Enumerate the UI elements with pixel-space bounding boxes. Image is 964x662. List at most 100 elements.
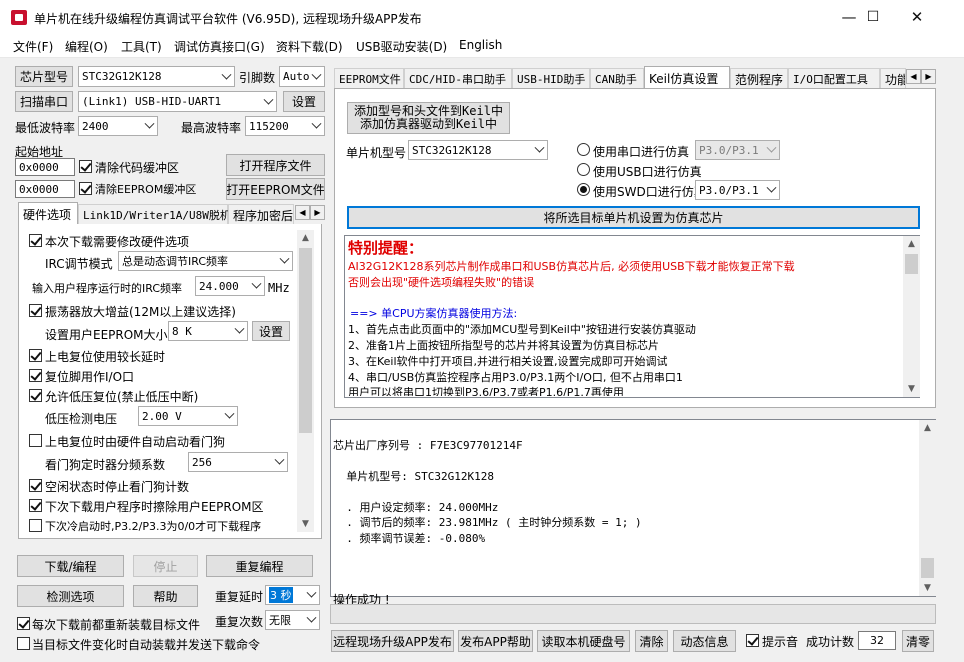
scroll-thumb[interactable] [921,558,934,578]
scroll-up-icon[interactable]: ▲ [903,236,920,252]
irc-freq-select[interactable]: 24.000 [195,276,265,296]
lvr-checkbox[interactable] [29,389,42,402]
swd-port-select[interactable]: P3.0/P3.1 [695,180,780,200]
max-baud-select[interactable]: 115200 [245,116,325,136]
wdt-auto-checkbox[interactable] [29,434,42,447]
scroll-up-icon[interactable]: ▲ [297,230,314,246]
wdt-div-select[interactable]: 256 [188,452,288,472]
wdt-div-value: 256 [192,455,212,469]
osc-gain-checkbox[interactable] [29,304,42,317]
code-address-input[interactable]: 0x0000 [15,158,75,176]
scroll-down-icon[interactable]: ▼ [919,580,936,596]
download-button[interactable]: 下载/编程 [17,555,124,577]
tab-can[interactable]: CAN助手 [590,68,644,89]
radio-uart-sim[interactable] [577,143,590,156]
open-program-button[interactable]: 打开程序文件 [226,154,325,176]
long-delay-checkbox[interactable] [29,349,42,362]
tab-offline[interactable]: Link1D/Writer1A/U8W脱机 [78,204,231,225]
tab-hardware-options[interactable]: 硬件选项 [18,202,78,225]
auto-send-checkbox[interactable] [17,637,30,650]
port-settings-button[interactable]: 设置 [283,91,325,112]
tab-examples[interactable]: 范例程序 [730,68,788,89]
open-eeprom-button[interactable]: 打开EEPROM文件 [226,178,325,200]
reload-each-checkbox[interactable] [17,617,30,630]
tab-right-arrow-icon[interactable]: ▶ [921,69,936,84]
menu-usb-driver[interactable]: USB驱动安装(D) [356,38,447,55]
tab-cdc-hid[interactable]: CDC/HID-串口助手 [404,68,512,89]
repeat-count-select[interactable]: 无限 [265,610,320,630]
menu-download[interactable]: 资料下载(D) [276,38,343,55]
clear-code-checkbox[interactable] [79,160,92,173]
maximize-button[interactable]: ☐ [850,0,896,34]
eeprom-size-label: 设置用户EEPROM大小 [45,328,168,342]
beep-checkbox[interactable] [746,634,759,647]
uart-port-select[interactable]: P3.0/P3.1 [695,140,780,160]
next-cold-checkbox[interactable] [29,519,42,532]
add-keil-button[interactable]: 添加型号和头文件到Keil中 添加仿真器驱动到Keil中 [347,102,510,134]
reprogram-button[interactable]: 重复编程 [206,555,313,577]
tab-eeprom-file[interactable]: EEPROM文件 [334,68,404,89]
chip-model-value: STC32G12K128 [82,70,162,83]
irc-mode-select[interactable]: 总是动态调节IRC频率 [118,251,293,271]
tab-keil-sim[interactable]: Keil仿真设置 [644,66,730,89]
radio-swd-sim[interactable] [577,183,590,196]
idle-wdt-checkbox[interactable] [29,479,42,492]
menu-english[interactable]: English [459,38,502,52]
remote-upgrade-button[interactable]: 远程现场升级APP发布 [331,630,454,652]
reset-count-button[interactable]: 清零 [902,630,934,652]
reset-io-checkbox[interactable] [29,369,42,382]
hardware-options-scrollbar[interactable]: ▲ ▼ [297,230,314,532]
sim-chip-select[interactable]: STC32G12K128 [408,140,548,160]
tab-left-arrow-icon[interactable]: ◀ [295,205,310,220]
scroll-thumb[interactable] [299,248,312,433]
help-button[interactable]: 帮助 [133,585,198,607]
irc-mode-value: 总是动态调节IRC频率 [122,255,229,268]
port-select[interactable]: (Link1) USB-HID-UART1 [78,91,277,112]
notice-scrollbar[interactable]: ▲ ▼ [903,236,920,397]
publish-help-button[interactable]: 发布APP帮助 [458,630,533,652]
eeprom-size-select[interactable]: 8 K [168,321,248,341]
set-target-button[interactable]: 将所选目标单片机设置为仿真芯片 [347,206,920,229]
scroll-down-icon[interactable]: ▼ [297,516,314,532]
scroll-up-icon[interactable]: ▲ [919,420,936,436]
chevron-down-icon [766,142,777,153]
menu-file[interactable]: 文件(F) [13,38,53,55]
pin-count-label: 引脚数 [239,71,276,85]
min-baud-select[interactable]: 2400 [78,116,158,136]
low-voltage-value: 2.00 V [142,409,182,423]
eeprom-size-set-button[interactable]: 设置 [252,321,290,341]
chevron-down-icon [144,118,155,129]
radio-usb-sim[interactable] [577,163,590,176]
erase-eeprom-checkbox[interactable] [29,499,42,512]
menu-program[interactable]: 编程(O) [65,38,108,55]
read-disk-button[interactable]: 读取本机硬盘号 [537,630,630,652]
clear-log-button[interactable]: 清除 [635,630,668,652]
idle-wdt-label: 空闲状态时停止看门狗计数 [45,480,190,494]
eeprom-address-input[interactable]: 0x0000 [15,180,75,198]
menu-tools[interactable]: 工具(T) [121,38,162,55]
menu-debug[interactable]: 调试仿真接口(G) [174,38,265,55]
scan-port-button[interactable]: 扫描串口 [15,91,73,112]
tab-encryption[interactable]: 程序加密后 [228,204,294,225]
low-voltage-select[interactable]: 2.00 V [138,406,238,426]
scroll-down-icon[interactable]: ▼ [903,381,920,397]
tab-usb-hid[interactable]: USB-HID助手 [512,68,590,89]
pin-count-select[interactable]: Auto [279,66,325,87]
stop-button[interactable]: 停止 [133,555,198,577]
repeat-delay-select[interactable]: 3 秒 [265,585,320,605]
tab-io-config[interactable]: I/O口配置工具 [788,68,880,89]
detect-options-button[interactable]: 检测选项 [17,585,124,607]
tab-left-arrow-icon[interactable]: ◀ [906,69,921,84]
chip-model-button[interactable]: 芯片型号 [15,66,73,87]
tab-right-arrow-icon[interactable]: ▶ [310,205,325,220]
scroll-thumb[interactable] [905,254,918,274]
dynamic-info-button[interactable]: 动态信息 [673,630,736,652]
log-scrollbar[interactable]: ▲ ▼ [919,420,936,596]
log-line: . 用户设定频率: 24.000MHz [333,500,499,514]
chip-model-select[interactable]: STC32G12K128 [78,66,235,87]
tab-function[interactable]: 功能 [880,68,906,89]
clear-eeprom-checkbox[interactable] [79,182,92,195]
modify-options-checkbox[interactable] [29,234,42,247]
close-button[interactable]: ✕ [894,0,940,34]
next-cold-label: 下次冷启动时,P3.2/P3.3为0/0才可下载程序 [45,520,262,533]
